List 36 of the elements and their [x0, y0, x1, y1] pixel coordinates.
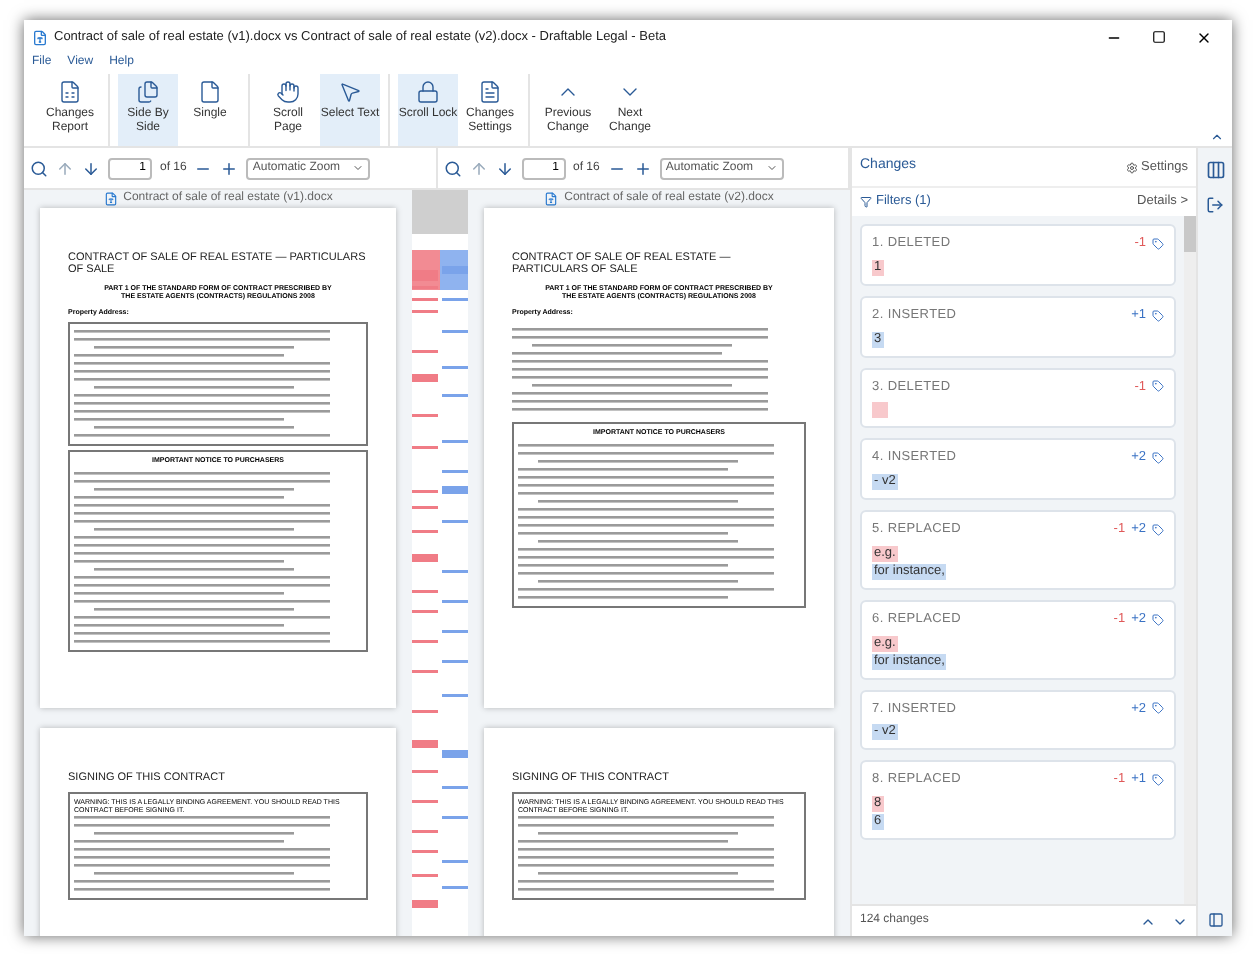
close-icon[interactable] — [1196, 29, 1212, 45]
columns-icon[interactable] — [1205, 160, 1225, 180]
search-icon[interactable] — [443, 159, 461, 177]
zoom-in-icon[interactable] — [220, 159, 239, 177]
caret-icon — [352, 162, 365, 174]
caret-icon — [765, 162, 778, 174]
tag-icon[interactable] — [1152, 380, 1164, 393]
scrollbar[interactable] — [1184, 216, 1196, 904]
tag-icon[interactable] — [1152, 774, 1164, 787]
spreadsheet-icon — [58, 80, 82, 104]
arrow-down-icon[interactable] — [82, 159, 100, 177]
lock-icon — [416, 80, 440, 104]
hand-icon — [276, 80, 300, 104]
tag-icon[interactable] — [1152, 237, 1164, 250]
zoom-in-icon[interactable] — [633, 159, 652, 177]
tag-icon[interactable] — [1152, 452, 1164, 465]
arrow-down-icon[interactable] — [495, 159, 513, 177]
tag-icon[interactable] — [1152, 613, 1164, 626]
documents-icon — [136, 80, 160, 104]
document-icon — [198, 80, 222, 104]
document-icon — [544, 192, 559, 206]
document-icon — [103, 192, 118, 206]
gear-icon — [1125, 161, 1137, 173]
tag-icon[interactable] — [1152, 702, 1164, 715]
tag-icon[interactable] — [1152, 309, 1164, 322]
exit-icon[interactable] — [1206, 196, 1224, 214]
search-icon[interactable] — [30, 159, 48, 177]
collapse-icon[interactable] — [1210, 130, 1224, 144]
deleted-highlight — [872, 402, 888, 419]
tag-icon[interactable] — [1152, 523, 1164, 536]
document-list-icon — [478, 80, 502, 104]
panel-icon[interactable] — [1207, 912, 1223, 928]
filter-icon — [860, 196, 872, 208]
app-icon — [32, 29, 48, 45]
pointer-icon — [338, 80, 362, 104]
maximize-icon[interactable] — [1152, 30, 1166, 44]
